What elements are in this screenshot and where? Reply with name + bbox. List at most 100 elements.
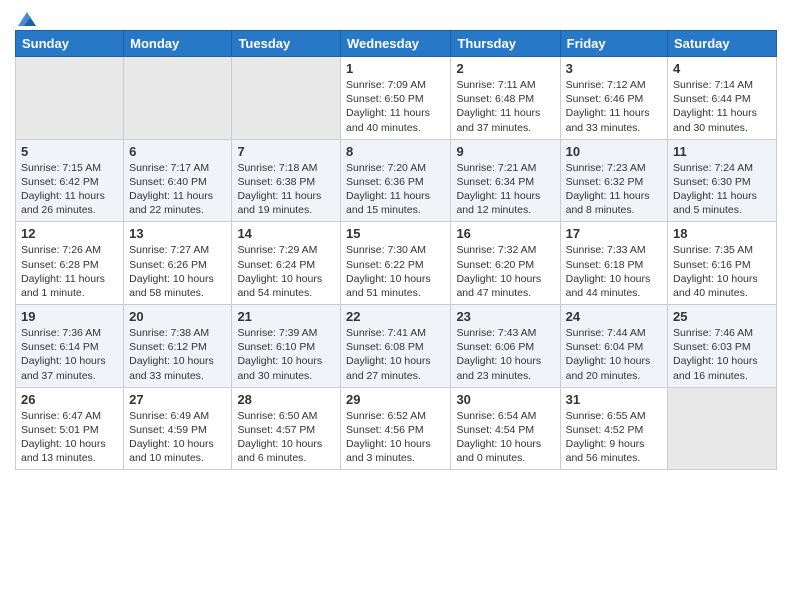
calendar-cell: 15 Sunrise: 7:30 AMSunset: 6:22 PMDayligh… bbox=[341, 222, 451, 305]
calendar-week-row: 12 Sunrise: 7:26 AMSunset: 6:28 PMDayligh… bbox=[16, 222, 777, 305]
weekday-header-saturday: Saturday bbox=[668, 31, 777, 57]
calendar-cell: 31Sunrise: 6:55 AMSunset: 4:52 PMDayligh… bbox=[560, 387, 667, 470]
cell-content: Sunrise: 7:09 AMSunset: 6:50 PMDaylight:… bbox=[346, 78, 445, 135]
calendar-cell: 4Sunrise: 7:14 AMSunset: 6:44 PMDaylight… bbox=[668, 57, 777, 140]
cell-content: Sunrise: 7:24 AMSunset: 6:30 PMDaylight:… bbox=[673, 161, 771, 218]
cell-content: Sunrise: 7:18 AMSunset: 6:38 PMDaylight:… bbox=[237, 161, 335, 218]
calendar-cell: 14Sunrise: 7:29 AMSunset: 6:24 PMDayligh… bbox=[232, 222, 341, 305]
cell-content: Sunrise: 7:30 AMSunset: 6:22 PMDaylight:… bbox=[346, 243, 445, 300]
cell-content: Sunrise: 7:36 AMSunset: 6:14 PMDaylight:… bbox=[21, 326, 118, 383]
calendar-week-row: 19 Sunrise: 7:36 AMSunset: 6:14 PMDayligh… bbox=[16, 305, 777, 388]
day-number: 26 bbox=[21, 392, 118, 407]
calendar-cell: 19 Sunrise: 7:36 AMSunset: 6:14 PMDayligh… bbox=[16, 305, 124, 388]
calendar-cell: 28 Sunrise: 6:50 AMSunset: 4:57 PMDayligh… bbox=[232, 387, 341, 470]
calendar-cell: 3Sunrise: 7:12 AMSunset: 6:46 PMDaylight… bbox=[560, 57, 667, 140]
calendar-cell: 11 Sunrise: 7:24 AMSunset: 6:30 PMDayligh… bbox=[668, 139, 777, 222]
day-number: 13 bbox=[129, 226, 226, 241]
cell-content: Sunrise: 7:29 AMSunset: 6:24 PMDaylight:… bbox=[237, 243, 335, 300]
cell-content: Sunrise: 7:11 AMSunset: 6:48 PMDaylight:… bbox=[456, 78, 554, 135]
calendar-table: SundayMondayTuesdayWednesdayThursdayFrid… bbox=[15, 30, 777, 470]
day-number: 5 bbox=[21, 144, 118, 159]
day-number: 9 bbox=[456, 144, 554, 159]
calendar-cell: 1 Sunrise: 7:09 AMSunset: 6:50 PMDaylight… bbox=[341, 57, 451, 140]
calendar-week-row: 26 Sunrise: 6:47 AMSunset: 5:01 PMDayligh… bbox=[16, 387, 777, 470]
cell-content: Sunrise: 7:39 AMSunset: 6:10 PMDaylight:… bbox=[237, 326, 335, 383]
calendar-cell: 26 Sunrise: 6:47 AMSunset: 5:01 PMDayligh… bbox=[16, 387, 124, 470]
calendar-cell: 12 Sunrise: 7:26 AMSunset: 6:28 PMDayligh… bbox=[16, 222, 124, 305]
weekday-header-sunday: Sunday bbox=[16, 31, 124, 57]
day-number: 17 bbox=[566, 226, 662, 241]
cell-content: Sunrise: 7:35 AMSunset: 6:16 PMDaylight:… bbox=[673, 243, 771, 300]
calendar-cell: 21 Sunrise: 7:39 AMSunset: 6:10 PMDayligh… bbox=[232, 305, 341, 388]
logo bbox=[15, 10, 39, 22]
cell-content: Sunrise: 7:46 AMSunset: 6:03 PMDaylight:… bbox=[673, 326, 771, 383]
cell-content: Sunrise: 6:50 AMSunset: 4:57 PMDaylight:… bbox=[237, 409, 335, 466]
day-number: 20 bbox=[129, 309, 226, 324]
day-number: 25 bbox=[673, 309, 771, 324]
calendar-cell: 2 Sunrise: 7:11 AMSunset: 6:48 PMDaylight… bbox=[451, 57, 560, 140]
day-number: 23 bbox=[456, 309, 554, 324]
day-number: 11 bbox=[673, 144, 771, 159]
cell-content: Sunrise: 7:43 AMSunset: 6:06 PMDaylight:… bbox=[456, 326, 554, 383]
day-number: 16 bbox=[456, 226, 554, 241]
day-number: 19 bbox=[21, 309, 118, 324]
day-number: 30 bbox=[456, 392, 554, 407]
cell-content: Sunrise: 7:15 AMSunset: 6:42 PMDaylight:… bbox=[21, 161, 118, 218]
cell-content: Sunrise: 7:27 AMSunset: 6:26 PMDaylight:… bbox=[129, 243, 226, 300]
calendar-cell: 9 Sunrise: 7:21 AMSunset: 6:34 PMDaylight… bbox=[451, 139, 560, 222]
cell-content: Sunrise: 6:49 AMSunset: 4:59 PMDaylight:… bbox=[129, 409, 226, 466]
weekday-header-friday: Friday bbox=[560, 31, 667, 57]
cell-content: Sunrise: 7:32 AMSunset: 6:20 PMDaylight:… bbox=[456, 243, 554, 300]
day-number: 7 bbox=[237, 144, 335, 159]
cell-content: Sunrise: 6:54 AMSunset: 4:54 PMDaylight:… bbox=[456, 409, 554, 466]
calendar-cell bbox=[668, 387, 777, 470]
day-number: 28 bbox=[237, 392, 335, 407]
calendar-cell: 5 Sunrise: 7:15 AMSunset: 6:42 PMDaylight… bbox=[16, 139, 124, 222]
calendar-header-row: SundayMondayTuesdayWednesdayThursdayFrid… bbox=[16, 31, 777, 57]
calendar-cell: 22 Sunrise: 7:41 AMSunset: 6:08 PMDayligh… bbox=[341, 305, 451, 388]
calendar-cell: 10Sunrise: 7:23 AMSunset: 6:32 PMDayligh… bbox=[560, 139, 667, 222]
day-number: 1 bbox=[346, 61, 445, 76]
cell-content: Sunrise: 7:26 AMSunset: 6:28 PMDaylight:… bbox=[21, 243, 118, 300]
day-number: 29 bbox=[346, 392, 445, 407]
logo-icon bbox=[16, 10, 38, 28]
day-number: 21 bbox=[237, 309, 335, 324]
cell-content: Sunrise: 6:52 AMSunset: 4:56 PMDaylight:… bbox=[346, 409, 445, 466]
calendar-cell: 6Sunrise: 7:17 AMSunset: 6:40 PMDaylight… bbox=[124, 139, 232, 222]
day-number: 2 bbox=[456, 61, 554, 76]
calendar-cell bbox=[16, 57, 124, 140]
day-number: 6 bbox=[129, 144, 226, 159]
page-container: SundayMondayTuesdayWednesdayThursdayFrid… bbox=[0, 0, 792, 480]
calendar-cell: 7 Sunrise: 7:18 AMSunset: 6:38 PMDaylight… bbox=[232, 139, 341, 222]
calendar-cell: 18 Sunrise: 7:35 AMSunset: 6:16 PMDayligh… bbox=[668, 222, 777, 305]
weekday-header-tuesday: Tuesday bbox=[232, 31, 341, 57]
calendar-week-row: 1 Sunrise: 7:09 AMSunset: 6:50 PMDaylight… bbox=[16, 57, 777, 140]
calendar-cell: 13 Sunrise: 7:27 AMSunset: 6:26 PMDayligh… bbox=[124, 222, 232, 305]
calendar-cell: 24 Sunrise: 7:44 AMSunset: 6:04 PMDayligh… bbox=[560, 305, 667, 388]
day-number: 18 bbox=[673, 226, 771, 241]
calendar-cell bbox=[232, 57, 341, 140]
calendar-cell: 23 Sunrise: 7:43 AMSunset: 6:06 PMDayligh… bbox=[451, 305, 560, 388]
calendar-cell: 17 Sunrise: 7:33 AMSunset: 6:18 PMDayligh… bbox=[560, 222, 667, 305]
calendar-cell: 29 Sunrise: 6:52 AMSunset: 4:56 PMDayligh… bbox=[341, 387, 451, 470]
day-number: 10 bbox=[566, 144, 662, 159]
calendar-cell: 27 Sunrise: 6:49 AMSunset: 4:59 PMDayligh… bbox=[124, 387, 232, 470]
cell-content: Sunrise: 7:41 AMSunset: 6:08 PMDaylight:… bbox=[346, 326, 445, 383]
day-number: 15 bbox=[346, 226, 445, 241]
day-number: 22 bbox=[346, 309, 445, 324]
cell-content: Sunrise: 7:14 AMSunset: 6:44 PMDaylight:… bbox=[673, 78, 771, 135]
day-number: 31 bbox=[566, 392, 662, 407]
weekday-header-monday: Monday bbox=[124, 31, 232, 57]
day-number: 27 bbox=[129, 392, 226, 407]
cell-content: Sunrise: 7:12 AMSunset: 6:46 PMDaylight:… bbox=[566, 78, 662, 135]
weekday-header-thursday: Thursday bbox=[451, 31, 560, 57]
page-header bbox=[15, 10, 777, 22]
cell-content: Sunrise: 7:44 AMSunset: 6:04 PMDaylight:… bbox=[566, 326, 662, 383]
day-number: 24 bbox=[566, 309, 662, 324]
cell-content: Sunrise: 7:33 AMSunset: 6:18 PMDaylight:… bbox=[566, 243, 662, 300]
cell-content: Sunrise: 7:21 AMSunset: 6:34 PMDaylight:… bbox=[456, 161, 554, 218]
cell-content: Sunrise: 6:47 AMSunset: 5:01 PMDaylight:… bbox=[21, 409, 118, 466]
calendar-cell: 16 Sunrise: 7:32 AMSunset: 6:20 PMDayligh… bbox=[451, 222, 560, 305]
day-number: 12 bbox=[21, 226, 118, 241]
calendar-cell: 25 Sunrise: 7:46 AMSunset: 6:03 PMDayligh… bbox=[668, 305, 777, 388]
